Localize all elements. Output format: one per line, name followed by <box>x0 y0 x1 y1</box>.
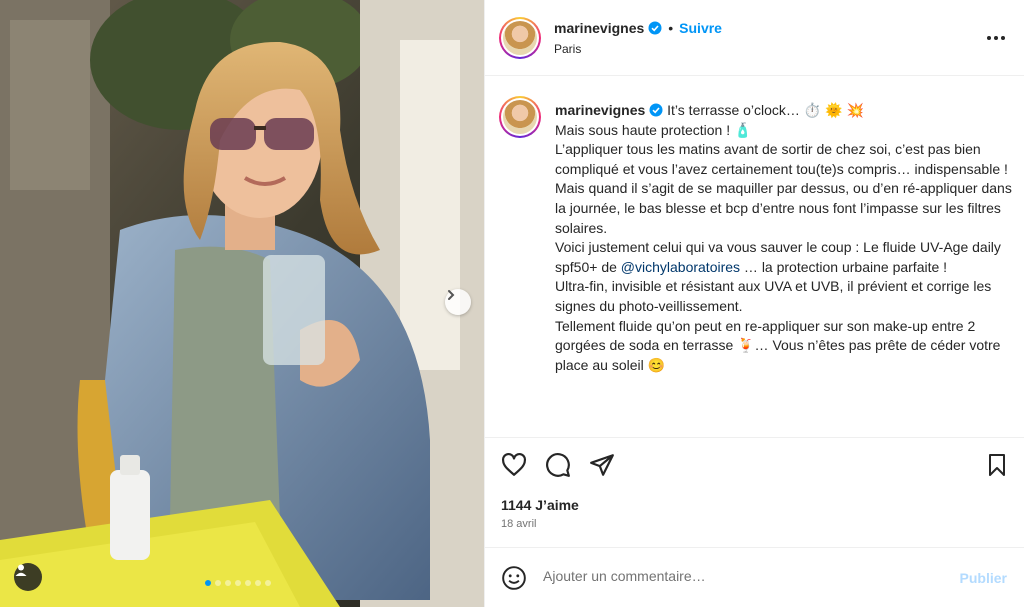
carousel-dot <box>205 580 211 586</box>
more-options-icon[interactable] <box>987 36 1005 40</box>
caption-section: marinevignes It’s terrasse o’clock… ⏱️ 🌞… <box>485 76 1024 436</box>
post-date[interactable]: 18 avril <box>501 518 536 530</box>
carousel-dot <box>225 580 231 586</box>
heart-icon[interactable] <box>501 452 527 478</box>
location-link[interactable]: Paris <box>554 42 581 56</box>
caption-body: It’s terrasse o’clock… ⏱️ 🌞 💥 Mais sous … <box>555 102 1012 275</box>
carousel-dot <box>255 580 261 586</box>
caption-body-end: … la protection urbaine parfaite ! Ultra… <box>555 258 1001 373</box>
next-slide-button[interactable] <box>445 289 471 315</box>
header-user-line: marinevignes • Suivre <box>554 20 722 36</box>
caption-avatar[interactable] <box>499 96 541 138</box>
caption-text: marinevignes It’s terrasse o’clock… ⏱️ 🌞… <box>555 101 1015 375</box>
action-bar <box>485 437 1024 491</box>
post-panel: marinevignes • Suivre Paris marinevignes… <box>484 0 1024 607</box>
chevron-right-icon <box>448 290 455 300</box>
carousel-dot <box>245 580 251 586</box>
carousel-dot <box>265 580 271 586</box>
user-tag-icon <box>15 564 27 576</box>
publish-button[interactable]: Publier <box>960 570 1007 586</box>
separator-dot: • <box>668 20 674 36</box>
post-photo[interactable] <box>0 0 484 607</box>
comment-input[interactable] <box>543 568 923 584</box>
carousel-dot <box>215 580 221 586</box>
caption-username[interactable]: marinevignes <box>555 102 645 118</box>
post-header: marinevignes • Suivre Paris <box>485 0 1024 76</box>
follow-button[interactable]: Suivre <box>679 20 722 36</box>
comment-icon[interactable] <box>545 452 571 478</box>
verified-badge-icon <box>648 21 662 35</box>
mention-link[interactable]: @vichylaboratoires <box>621 259 740 275</box>
tagged-users-button[interactable] <box>14 563 42 591</box>
send-icon[interactable] <box>589 452 615 478</box>
emoji-icon[interactable] <box>501 565 527 591</box>
verified-badge-icon <box>649 103 663 117</box>
likes-count[interactable]: 1144 J’aime <box>501 497 579 513</box>
carousel-indicator <box>205 580 271 586</box>
comment-bar: Publier <box>485 547 1024 607</box>
post-photo-illustration <box>0 0 484 607</box>
carousel-dot <box>235 580 241 586</box>
bookmark-icon[interactable] <box>985 452 1009 478</box>
avatar[interactable] <box>499 17 541 59</box>
username-link[interactable]: marinevignes <box>554 20 644 36</box>
